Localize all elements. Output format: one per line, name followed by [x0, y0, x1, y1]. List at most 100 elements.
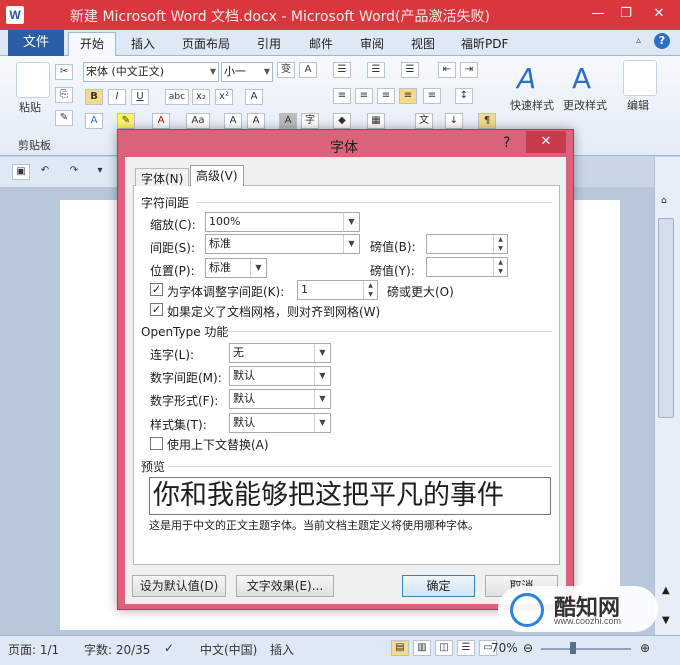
change-styles-icon[interactable]: A — [572, 62, 591, 95]
superscript-icon[interactable]: x² — [215, 89, 233, 105]
justify-icon[interactable]: ≡ — [399, 88, 417, 104]
paste-button[interactable]: 粘贴 — [19, 99, 41, 115]
tab-references[interactable]: 引用 — [257, 35, 281, 52]
grow-font-icon[interactable]: A — [224, 113, 242, 129]
font-color-icon[interactable]: A — [152, 113, 170, 129]
position-select[interactable]: 标准 ▼ — [205, 258, 267, 278]
font-size-combo[interactable]: 小一 ▼ — [221, 62, 273, 82]
close-window-button[interactable]: ✕ — [638, 2, 680, 26]
snap-to-grid-checkbox[interactable]: ✓ — [150, 303, 163, 316]
scrollbar-thumb[interactable] — [658, 218, 674, 418]
status-page[interactable]: 页面: 1/1 — [8, 641, 59, 658]
position-by-spinner[interactable]: ▲ ▼ — [426, 257, 508, 277]
line-spacing-icon[interactable]: ↕ — [455, 88, 473, 104]
align-left-icon[interactable]: ≡ — [333, 88, 351, 104]
ribbon-minimize-icon[interactable]: ▵ — [636, 35, 641, 46]
zoom-slider[interactable] — [541, 648, 631, 650]
tab-mailings[interactable]: 邮件 — [309, 35, 333, 52]
tab-file[interactable]: 文件 — [8, 30, 64, 56]
quick-styles-icon[interactable]: A — [517, 62, 536, 95]
number-spacing-select[interactable]: 默认 ▼ — [229, 366, 331, 386]
set-as-default-button[interactable]: 设为默认值(D) — [132, 575, 226, 597]
distributed-icon[interactable]: ≡ — [423, 88, 441, 104]
help-icon[interactable]: ? — [654, 33, 670, 49]
shrink-font-icon[interactable]: A — [247, 113, 265, 129]
dialog-close-button[interactable]: ✕ — [526, 131, 566, 153]
tab-foxit-pdf[interactable]: 福昕PDF — [461, 35, 508, 52]
zoom-out-icon[interactable]: ⊖ — [523, 641, 533, 655]
kerning-spinner[interactable]: 1 ▲ ▼ — [297, 280, 378, 300]
web-layout-view-icon[interactable]: ◫ — [435, 640, 453, 656]
restore-button[interactable]: ❐ — [612, 2, 640, 26]
align-center-icon[interactable]: ≡ — [355, 88, 373, 104]
full-screen-reading-icon[interactable]: ▥ — [413, 640, 431, 656]
change-styles-button[interactable]: 更改样式 — [563, 97, 607, 113]
next-page-icon[interactable]: ▼ — [662, 615, 670, 626]
zoom-in-icon[interactable]: ⊕ — [640, 641, 650, 655]
spacing-by-spinner[interactable]: ▲ ▼ — [426, 234, 508, 254]
prev-page-icon[interactable]: ▲ — [662, 585, 670, 596]
kerning-checkbox[interactable]: ✓ — [150, 283, 163, 296]
spacing-select[interactable]: 标准 ▼ — [205, 234, 360, 254]
borders-icon[interactable]: ▦ — [367, 113, 385, 129]
font-name-combo[interactable]: 宋体 (中文正文) ▼ — [83, 62, 219, 82]
contextual-alternates-checkbox[interactable] — [150, 437, 163, 450]
align-right-icon[interactable]: ≡ — [377, 88, 395, 104]
character-shading-icon[interactable]: A — [279, 113, 297, 129]
highlight-icon[interactable]: ✎ — [117, 113, 135, 129]
tab-advanced[interactable]: 高级(V) — [190, 165, 244, 186]
save-icon[interactable]: ▣ — [12, 164, 30, 180]
bullets-icon[interactable]: ☰ — [333, 62, 351, 78]
increase-indent-icon[interactable]: ⇥ — [460, 62, 478, 78]
quick-styles-button[interactable]: 快速样式 — [510, 97, 554, 113]
ok-button[interactable]: 确定 — [402, 575, 475, 597]
redo-icon[interactable]: ↷ — [65, 164, 83, 180]
minimize-button[interactable]: — — [584, 2, 612, 26]
stylistic-sets-select[interactable]: 默认 ▼ — [229, 413, 331, 433]
scale-select[interactable]: 100% ▼ — [205, 212, 360, 232]
underline-icon[interactable]: U — [131, 89, 149, 105]
cut-icon[interactable]: ✂ — [55, 64, 73, 80]
binoculars-icon[interactable] — [623, 60, 657, 96]
subscript-icon[interactable]: x₂ — [192, 89, 210, 105]
print-layout-view-icon[interactable]: ▤ — [391, 640, 409, 656]
phonetic-guide-icon[interactable]: 变 — [277, 62, 295, 78]
tab-font[interactable]: 字体(N) — [135, 168, 190, 186]
status-language[interactable]: 中文(中国) — [200, 641, 257, 658]
dialog-help-button[interactable]: ? — [503, 135, 510, 151]
zoom-level[interactable]: 70% — [491, 641, 518, 655]
shading-icon[interactable]: ◆ — [333, 113, 351, 129]
tab-review[interactable]: 审阅 — [360, 35, 384, 52]
decrease-indent-icon[interactable]: ⇤ — [438, 62, 456, 78]
zoom-slider-thumb[interactable] — [570, 642, 576, 654]
tab-insert[interactable]: 插入 — [131, 35, 155, 52]
spinner-arrows-icon[interactable]: ▲ ▼ — [493, 258, 507, 276]
ligatures-select[interactable]: 无 ▼ — [229, 343, 331, 363]
copy-icon[interactable]: ⎘ — [55, 87, 73, 103]
multilevel-list-icon[interactable]: ☰ — [401, 62, 419, 78]
spinner-arrows-icon[interactable]: ▲ ▼ — [363, 281, 377, 299]
number-forms-select[interactable]: 默认 ▼ — [229, 389, 331, 409]
outline-view-icon[interactable]: ☰ — [457, 640, 475, 656]
chinese-layout-icon[interactable]: 文 — [415, 113, 433, 129]
tab-home[interactable]: 开始 — [68, 32, 116, 57]
editing-button[interactable]: 编辑 — [627, 97, 649, 113]
sort-icon[interactable]: ↓ — [445, 113, 463, 129]
numbering-icon[interactable]: ☰ — [367, 62, 385, 78]
enclose-characters-icon[interactable]: 字 — [301, 113, 319, 129]
word-app-icon[interactable]: W — [6, 6, 24, 24]
character-border-icon[interactable]: A — [299, 62, 317, 78]
tab-page-layout[interactable]: 页面布局 — [182, 35, 230, 52]
customize-qat-icon[interactable]: ▾ — [91, 164, 109, 180]
status-word-count[interactable]: 字数: 20/35 — [84, 641, 150, 658]
text-effects-icon[interactable]: A — [85, 113, 103, 129]
format-painter-icon[interactable]: ✎ — [55, 110, 73, 126]
italic-icon[interactable]: I — [108, 89, 126, 105]
bold-icon[interactable]: B — [85, 89, 103, 105]
spinner-arrows-icon[interactable]: ▲ ▼ — [493, 235, 507, 253]
change-case-icon[interactable]: Aa — [186, 113, 210, 129]
paste-icon[interactable] — [16, 62, 50, 98]
strikethrough-icon[interactable]: abc — [165, 89, 189, 105]
text-effects-button[interactable]: 文字效果(E)... — [236, 575, 334, 597]
tab-view[interactable]: 视图 — [411, 35, 435, 52]
